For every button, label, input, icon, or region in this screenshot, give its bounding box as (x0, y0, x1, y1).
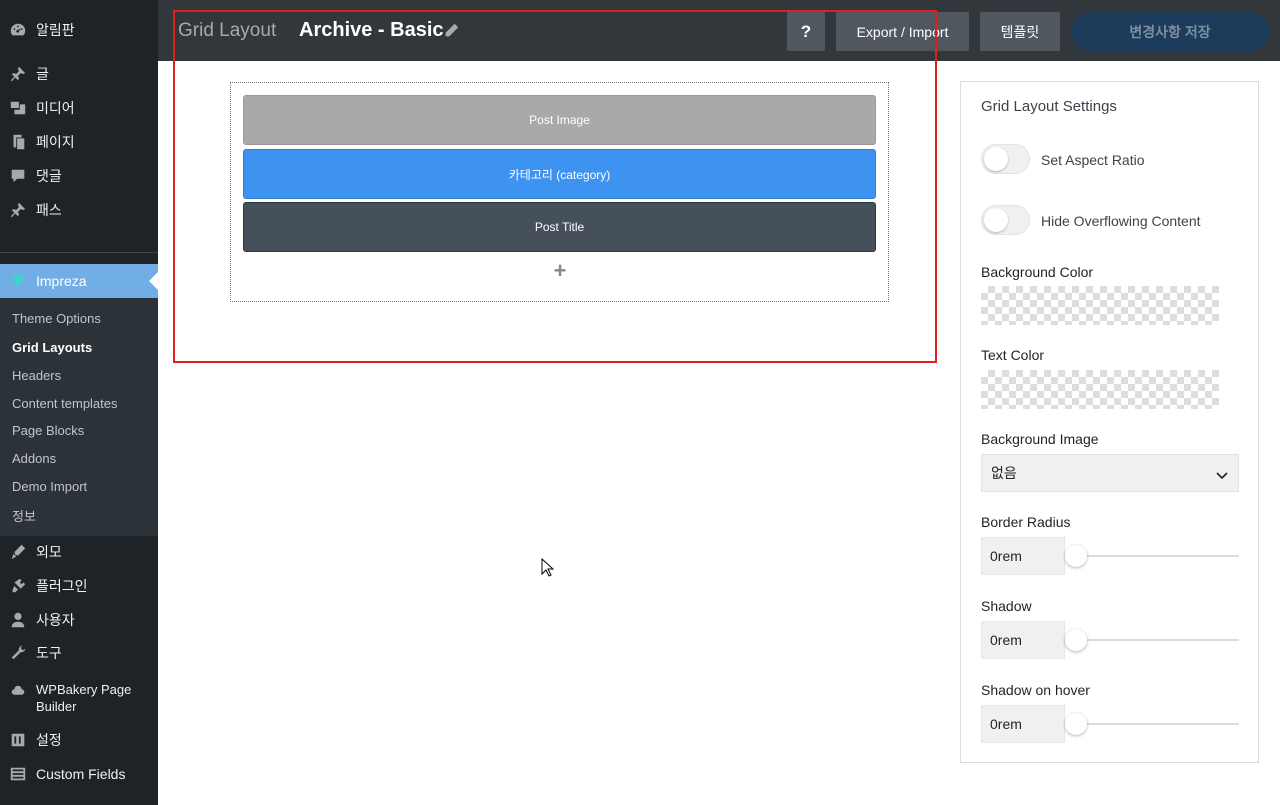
sidebar-item-label: Impreza (36, 273, 87, 289)
post-image-element[interactable]: Post Image (243, 95, 876, 145)
submenu-item-grid-layouts[interactable]: Grid Layouts (12, 340, 92, 355)
hide-overflow-toggle[interactable] (981, 205, 1030, 235)
submenu-item-addons[interactable]: Addons (12, 451, 56, 466)
add-element-icon[interactable]: + (550, 260, 570, 282)
sidebar-item-users[interactable]: 사용자 (0, 603, 158, 637)
submenu-item-demo-import[interactable]: Demo Import (12, 479, 87, 494)
text-color-label: Text Color (981, 347, 1045, 363)
sidebar-divider (0, 252, 158, 253)
shadow-hover-slider-track[interactable] (1065, 723, 1239, 725)
shadow-slider-thumb[interactable] (1065, 629, 1087, 651)
sidebar-item-media[interactable]: 미디어 (0, 91, 158, 125)
builder-topbar: Grid Layout Archive - Basic ? Export / I… (158, 0, 1280, 61)
sidebar-item-label: 도구 (36, 645, 62, 661)
border-radius-input[interactable]: 0rem (981, 537, 1065, 575)
pin-icon (0, 65, 36, 83)
sidebar-item-impreza[interactable]: Impreza (0, 264, 158, 298)
custom-fields-icon (0, 765, 36, 783)
layout-title[interactable]: Archive - Basic (299, 19, 444, 42)
sidebar-item-label: 글 (36, 66, 49, 82)
settings-heading: Grid Layout Settings (981, 98, 1117, 115)
sidebar-item-comments[interactable]: 댓글 (0, 159, 158, 193)
dashboard-icon (0, 21, 36, 39)
pages-icon (0, 133, 36, 151)
shadow-slider-track[interactable] (1065, 639, 1239, 641)
impreza-submenu: Theme Options Grid Layouts Headers Conte… (0, 298, 158, 536)
sidebar-item-label: 댓글 (36, 168, 62, 184)
sidebar-item-label: 페이지 (36, 134, 75, 150)
users-icon (0, 611, 36, 629)
border-radius-slider-thumb[interactable] (1065, 545, 1087, 567)
export-import-button[interactable]: Export / Import (836, 12, 969, 51)
category-element[interactable]: 카테고리 (category) (243, 149, 876, 199)
sidebar-item-posts[interactable]: 글 (0, 57, 158, 91)
submenu-item-page-blocks[interactable]: Page Blocks (12, 423, 84, 438)
aspect-ratio-toggle[interactable] (981, 144, 1030, 174)
sidebar-item-pass[interactable]: 패스 (0, 193, 158, 227)
media-icon (0, 99, 36, 117)
page-type-label: Grid Layout (178, 20, 277, 41)
plugins-icon (0, 577, 36, 595)
submenu-item-info[interactable]: 정보 (12, 506, 36, 525)
templates-button[interactable]: 템플릿 (980, 12, 1060, 51)
shadow-label: Shadow (981, 598, 1032, 614)
submenu-item-content-templates[interactable]: Content templates (12, 396, 118, 411)
sidebar-item-appearance[interactable]: 외모 (0, 535, 158, 569)
grid-layout-canvas: Post Image 카테고리 (category) Post Title + (230, 82, 889, 302)
bg-color-label: Background Color (981, 264, 1094, 280)
wpbakery-icon (0, 683, 36, 701)
mouse-cursor-icon (541, 557, 555, 578)
aspect-ratio-label: Set Aspect Ratio (1041, 152, 1145, 168)
submenu-item-headers[interactable]: Headers (12, 368, 61, 383)
submenu-item-theme-options[interactable]: Theme Options (12, 311, 101, 326)
post-title-element[interactable]: Post Title (243, 202, 876, 252)
appearance-icon (0, 543, 36, 561)
sidebar-item-label: 알림판 (36, 22, 75, 38)
sidebar-item-label: 패스 (36, 202, 62, 218)
sidebar-item-settings[interactable]: 설정 (0, 723, 158, 757)
pencil-icon[interactable] (442, 22, 460, 40)
border-radius-label: Border Radius (981, 514, 1071, 530)
sidebar-item-plugins[interactable]: 플러그인 (0, 569, 158, 603)
sidebar-item-pages[interactable]: 페이지 (0, 125, 158, 159)
hide-overflow-label: Hide Overflowing Content (1041, 213, 1201, 229)
sidebar-item-tools[interactable]: 도구 (0, 636, 158, 670)
bg-image-select[interactable]: 없음 (981, 454, 1239, 492)
admin-sidebar: 알림판 글 미디어 페이지 댓글 패스 Impreza Theme Option… (0, 0, 158, 805)
shadow-input[interactable]: 0rem (981, 621, 1065, 659)
shadow-hover-label: Shadow on hover (981, 682, 1090, 698)
sidebar-item-label: 플러그인 (36, 578, 88, 594)
sidebar-item-dashboard[interactable]: 알림판 (0, 13, 158, 47)
settings-icon (0, 731, 36, 749)
text-color-picker[interactable] (981, 370, 1219, 409)
bg-image-label: Background Image (981, 431, 1099, 447)
sidebar-item-wpbakery[interactable]: WPBakery Page Builder (0, 681, 158, 721)
pin-icon (0, 201, 36, 219)
bg-color-picker[interactable] (981, 286, 1219, 325)
shadow-hover-slider-thumb[interactable] (1065, 713, 1087, 735)
sidebar-item-label: 사용자 (36, 612, 75, 628)
tools-icon (0, 644, 36, 662)
chevron-down-icon (1216, 468, 1228, 480)
grid-layout-settings-panel: Grid Layout Settings Set Aspect Ratio Hi… (960, 81, 1259, 763)
impreza-icon (0, 272, 36, 290)
toggle-knob (984, 208, 1008, 232)
shadow-hover-input[interactable]: 0rem (981, 705, 1065, 743)
border-radius-slider-track[interactable] (1065, 555, 1239, 557)
save-changes-button[interactable]: 변경사항 저장 (1071, 12, 1269, 51)
sidebar-item-label: 외모 (36, 544, 62, 560)
sidebar-item-label: WPBakery Page Builder (36, 682, 132, 714)
toggle-knob (984, 147, 1008, 171)
help-button[interactable]: ? (787, 12, 825, 51)
comments-icon (0, 167, 36, 185)
sidebar-item-custom-fields[interactable]: Custom Fields (0, 757, 158, 791)
sidebar-item-label: 설정 (36, 732, 62, 748)
sidebar-item-label: Custom Fields (36, 766, 126, 782)
bg-image-value: 없음 (991, 465, 1017, 481)
sidebar-item-label: 미디어 (36, 100, 75, 116)
